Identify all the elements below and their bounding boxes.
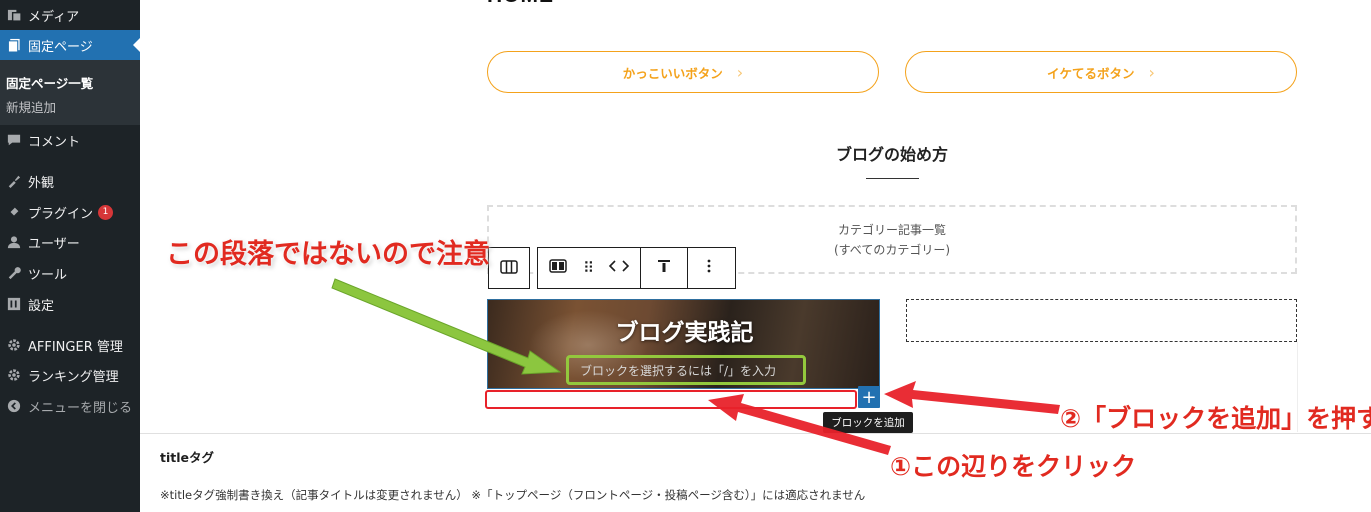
sidebar-item-label: 固定ページ bbox=[28, 39, 93, 55]
sidebar-item-settings[interactable]: 設定 bbox=[0, 289, 140, 319]
media-icon bbox=[6, 7, 22, 23]
settings-icon bbox=[6, 296, 22, 312]
step1-annotation: ①この辺りをクリック bbox=[890, 452, 1137, 481]
collapse-menu-button[interactable]: メニューを閉じる bbox=[0, 391, 140, 421]
move-block-buttons[interactable] bbox=[598, 248, 640, 288]
sidebar-item-media[interactable]: メディア bbox=[0, 0, 140, 30]
sidebar-item-tools[interactable]: ツール bbox=[0, 258, 140, 288]
cover-title[interactable]: ブログ実践記 bbox=[488, 313, 879, 347]
sidebar-item-label: AFFINGER 管理 bbox=[28, 339, 123, 355]
cool-button-block[interactable]: かっこいいボタン › bbox=[487, 51, 879, 93]
gear-icon bbox=[6, 337, 22, 353]
chevron-right-icon: › bbox=[1148, 62, 1155, 82]
chevron-left-right-icon bbox=[607, 259, 631, 277]
user-icon bbox=[6, 234, 22, 250]
click-area-highlight[interactable] bbox=[485, 390, 857, 409]
drag-icon: ⠿ bbox=[583, 259, 594, 277]
sidebar-item-label: 設定 bbox=[28, 298, 55, 314]
panel-title: titleタグ bbox=[160, 450, 214, 465]
appearance-icon bbox=[6, 173, 22, 189]
sidebar-item-plugins[interactable]: プラグイン 1 bbox=[0, 197, 140, 227]
panel-note: ※titleタグ強制書き換え（記事タイトルは変更されません） ※「トップページ（… bbox=[160, 488, 866, 502]
empty-column-block[interactable] bbox=[906, 299, 1297, 342]
category-block-title: カテゴリー記事一覧 bbox=[837, 222, 946, 237]
sidebar-item-label: 外観 bbox=[28, 175, 55, 191]
sidebar-item-label: プラグイン bbox=[28, 206, 94, 222]
more-vertical-icon bbox=[707, 259, 711, 277]
add-block-tooltip: ブロックを追加 bbox=[823, 412, 913, 433]
tool-icon bbox=[6, 265, 22, 281]
block-toolbar: ⠿ bbox=[537, 247, 736, 289]
gear-icon bbox=[6, 367, 22, 383]
sidebar-item-comments[interactable]: コメント bbox=[0, 125, 140, 155]
warning-annotation: この段落ではないので注意 bbox=[166, 239, 490, 270]
parent-block-selector[interactable] bbox=[488, 247, 530, 289]
submenu-add-new[interactable]: 新規追加 bbox=[6, 97, 56, 116]
column-block-icon bbox=[549, 259, 567, 277]
category-block-subtitle: (すべてのカテゴリー) bbox=[833, 242, 951, 257]
step2-annotation: ②「ブロックを追加」を押す bbox=[1060, 404, 1371, 433]
block-type-button[interactable] bbox=[538, 248, 578, 288]
admin-sidebar: メディア 固定ページ 固定ページ一覧 新規追加 コメント 外観 プラグイン 1 … bbox=[0, 0, 140, 512]
sidebar-item-label: ユーザー bbox=[28, 236, 80, 252]
title-tag-panel: titleタグ ※titleタグ強制書き換え（記事タイトルは変更されません） ※… bbox=[140, 433, 1371, 512]
columns-icon bbox=[500, 259, 518, 278]
vertical-align-button[interactable] bbox=[641, 248, 687, 288]
sidebar-item-label: メディア bbox=[28, 9, 80, 25]
collapse-icon bbox=[6, 398, 22, 414]
comment-icon bbox=[6, 132, 22, 148]
stylish-button-block[interactable]: イケてるボタン › bbox=[905, 51, 1297, 93]
page-title[interactable]: HOME bbox=[487, 0, 554, 8]
update-count-badge: 1 bbox=[98, 204, 114, 220]
section-heading[interactable]: ブログの始め方 bbox=[487, 141, 1297, 165]
page-icon bbox=[6, 37, 22, 53]
sidebar-item-label: メニューを閉じる bbox=[28, 400, 133, 416]
button-label: イケてるボタン bbox=[1047, 65, 1135, 81]
warning-highlight-box bbox=[566, 355, 806, 385]
pages-submenu: 固定ページ一覧 新規追加 bbox=[0, 60, 140, 125]
sidebar-item-appearance[interactable]: 外観 bbox=[0, 166, 140, 196]
plugin-icon bbox=[6, 204, 22, 220]
sidebar-item-users[interactable]: ユーザー bbox=[0, 227, 140, 257]
more-options-button[interactable] bbox=[688, 248, 730, 288]
plus-icon: + bbox=[861, 386, 877, 408]
sidebar-item-pages[interactable]: 固定ページ bbox=[0, 30, 140, 60]
button-label: かっこいいボタン bbox=[622, 65, 723, 81]
sidebar-item-affinger[interactable]: AFFINGER 管理 bbox=[0, 330, 140, 360]
drag-handle[interactable]: ⠿ bbox=[578, 248, 598, 288]
submenu-all-pages[interactable]: 固定ページ一覧 bbox=[6, 73, 93, 92]
sidebar-item-label: コメント bbox=[28, 134, 81, 150]
screen: メディア 固定ページ 固定ページ一覧 新規追加 コメント 外観 プラグイン 1 … bbox=[0, 0, 1371, 512]
align-top-icon bbox=[656, 258, 672, 278]
heading-underline bbox=[866, 178, 919, 179]
chevron-right-icon: › bbox=[736, 62, 744, 82]
add-block-button[interactable]: + bbox=[858, 386, 880, 408]
sidebar-item-label: ランキング管理 bbox=[28, 369, 119, 385]
sidebar-item-ranking[interactable]: ランキング管理 bbox=[0, 360, 140, 390]
sidebar-item-label: ツール bbox=[28, 267, 68, 283]
